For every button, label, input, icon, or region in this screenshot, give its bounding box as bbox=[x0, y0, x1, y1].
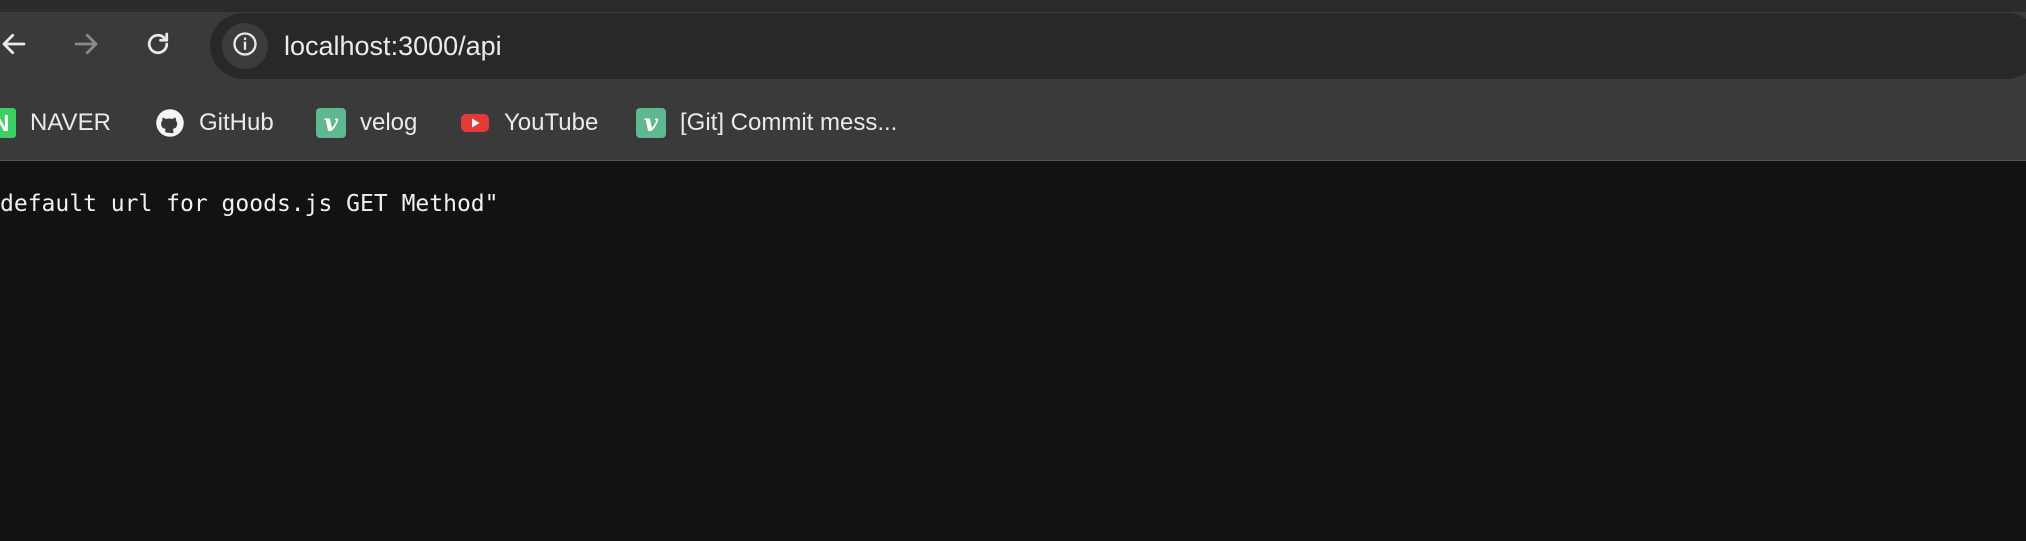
bookmark-youtube[interactable]: YouTube bbox=[460, 103, 598, 143]
back-button[interactable] bbox=[0, 22, 38, 70]
arrow-right-icon bbox=[71, 29, 101, 64]
bookmarks-bar: N NAVER GitHub v velog YouTube v [Git] C… bbox=[0, 89, 2026, 161]
bookmark-label: YouTube bbox=[504, 109, 599, 136]
velog-icon: v bbox=[316, 108, 346, 138]
bookmark-velog[interactable]: v velog bbox=[316, 103, 417, 143]
arrow-left-icon bbox=[0, 29, 29, 64]
tab-strip-edge bbox=[0, 0, 2026, 12]
velog-icon: v bbox=[636, 108, 666, 138]
reload-button[interactable] bbox=[134, 22, 182, 70]
address-bar[interactable]: localhost:3000/api bbox=[210, 13, 2026, 79]
bookmark-label: [Git] Commit mess... bbox=[680, 109, 898, 136]
browser-toolbar: localhost:3000/api bbox=[0, 0, 2026, 89]
url-text[interactable]: localhost:3000/api bbox=[284, 30, 502, 62]
bookmark-github[interactable]: GitHub bbox=[155, 103, 274, 143]
browser-window: localhost:3000/api N NAVER GitHub v velo… bbox=[0, 0, 2026, 541]
bookmark-label: velog bbox=[360, 109, 418, 136]
bookmark-label: GitHub bbox=[199, 109, 274, 136]
youtube-icon bbox=[460, 108, 490, 138]
info-icon bbox=[231, 30, 259, 63]
bookmark-label: NAVER bbox=[30, 109, 111, 136]
naver-icon: N bbox=[0, 108, 16, 138]
response-text: default url for goods.js GET Method" bbox=[0, 191, 499, 217]
site-info-button[interactable] bbox=[222, 23, 268, 69]
bookmark-git-commit[interactable]: v [Git] Commit mess... bbox=[636, 103, 897, 143]
page-content: default url for goods.js GET Method" bbox=[0, 161, 2026, 541]
reload-icon bbox=[143, 29, 173, 64]
github-icon bbox=[155, 108, 185, 138]
forward-button[interactable] bbox=[62, 22, 110, 70]
bookmark-naver[interactable]: N NAVER bbox=[0, 103, 111, 143]
